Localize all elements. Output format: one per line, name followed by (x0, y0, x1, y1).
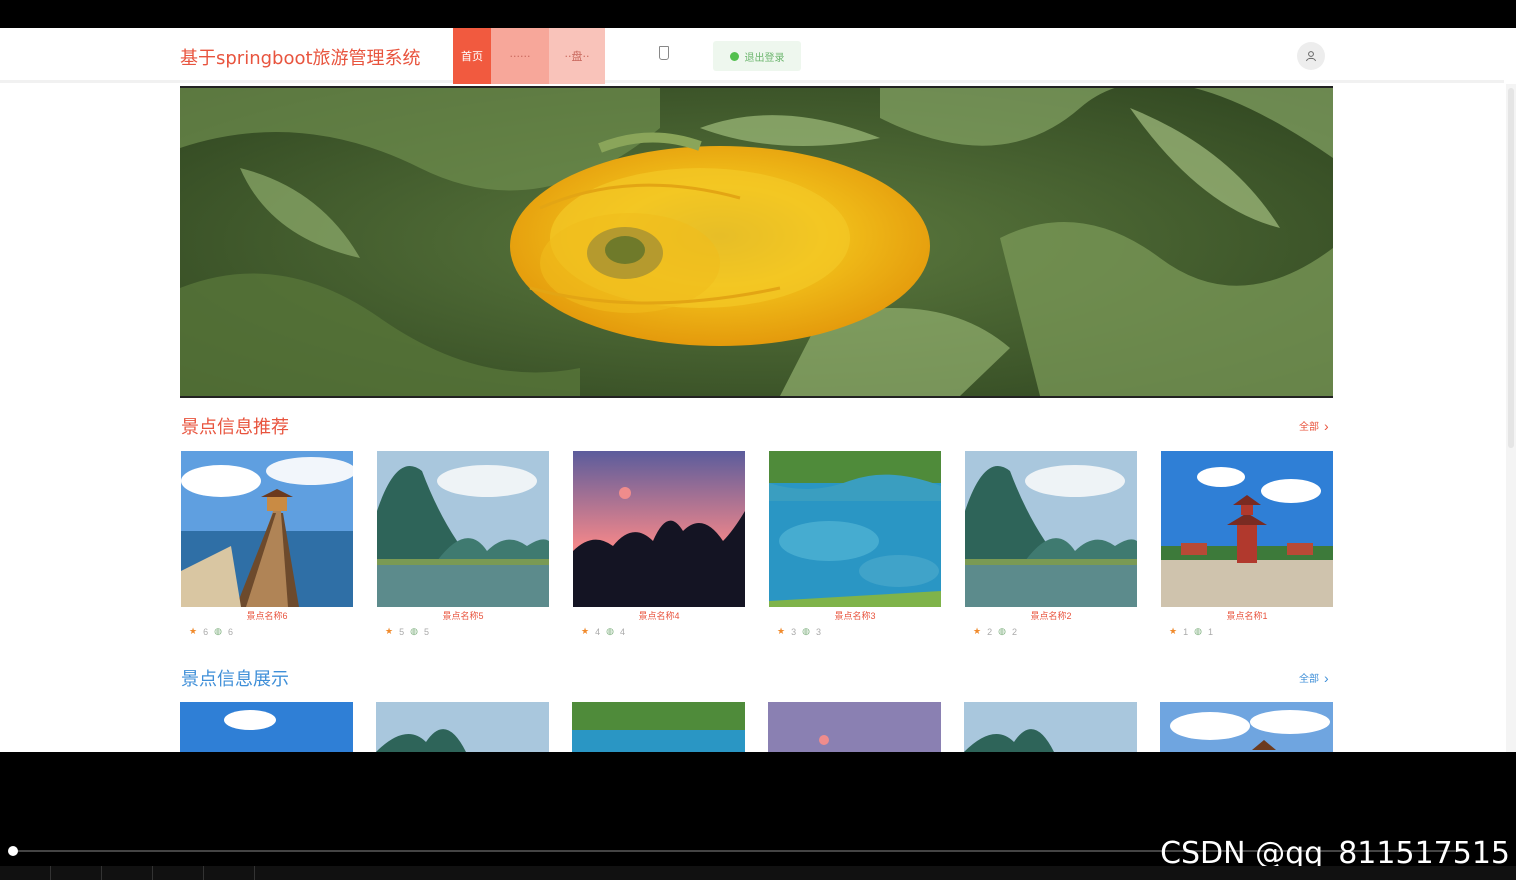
more-link-showcase[interactable]: 全部 › (1299, 669, 1329, 686)
spot-meta: ★ 1 ◍ 1 (1161, 626, 1333, 637)
star-icon: ★ (777, 626, 786, 636)
mouse-cursor-icon (659, 46, 669, 60)
status-dot-icon (729, 51, 739, 61)
comment-icon: ◍ (802, 626, 810, 636)
spot-thumbnail[interactable] (965, 451, 1137, 607)
star-icon: ★ (973, 626, 982, 636)
spot-card[interactable]: 景点名称1 ★ 1 ◍ 1 (1161, 451, 1333, 637)
spot-thumbnail[interactable] (769, 451, 941, 607)
spot-thumbnail[interactable] (573, 451, 745, 607)
spot-card[interactable]: 景点名称5 ★ 5 ◍ 5 (377, 451, 549, 637)
showcase-card[interactable] (572, 702, 745, 752)
nav-item-3[interactable]: ··盘·· (549, 28, 605, 84)
spot-name[interactable]: 景点名称5 (377, 609, 549, 623)
spot-name[interactable]: 景点名称3 (769, 609, 941, 623)
spot-meta: ★ 6 ◍ 6 (181, 626, 353, 637)
scrollbar-thumb[interactable] (1508, 88, 1514, 448)
comment-count: 1 (1207, 626, 1213, 637)
comment-icon: ◍ (1194, 626, 1202, 636)
logout-label: 退出登录 (744, 52, 785, 64)
section-title-showcase: 景点信息展示 (181, 669, 289, 690)
player-segment (0, 866, 51, 880)
spot-thumbnail[interactable] (181, 451, 353, 607)
comment-icon: ◍ (410, 626, 418, 636)
video-progress-knob[interactable] (8, 846, 18, 856)
user-avatar[interactable] (1297, 42, 1325, 70)
hero-banner[interactable] (180, 86, 1333, 398)
nav-item-home[interactable]: 首页 (453, 28, 491, 84)
player-segment (204, 866, 255, 880)
video-top-bar (0, 0, 1516, 28)
main-nav: 首页 ······ ··盘·· (453, 28, 605, 84)
player-segment (153, 866, 204, 880)
more-label: 全部 (1299, 674, 1319, 685)
more-link-recommend[interactable]: 全部 › (1299, 417, 1329, 434)
site-logo[interactable]: 基于springboot旅游管理系统 (180, 44, 421, 70)
spot-meta: ★ 3 ◍ 3 (769, 626, 941, 637)
comment-icon: ◍ (998, 626, 1006, 636)
star-icon: ★ (189, 626, 198, 636)
section-title-recommend: 景点信息推荐 (181, 417, 289, 438)
like-count: 5 (399, 626, 405, 637)
video-player-controls: CSDN @qq_811517515 (0, 752, 1516, 880)
star-icon: ★ (1169, 626, 1178, 636)
comment-count: 5 (423, 626, 429, 637)
chevron-right-icon: › (1324, 417, 1329, 434)
player-bottom-strip (0, 866, 1516, 880)
page-scrollbar[interactable] (1506, 84, 1516, 752)
comment-count: 6 (227, 626, 233, 637)
spot-meta: ★ 2 ◍ 2 (965, 626, 1137, 637)
spot-card[interactable]: 景点名称4 ★ 4 ◍ 4 (573, 451, 745, 637)
like-count: 3 (791, 626, 797, 637)
comment-icon: ◍ (214, 626, 222, 636)
comment-count: 3 (815, 626, 821, 637)
spot-thumbnail[interactable] (377, 451, 549, 607)
spot-name[interactable]: 景点名称1 (1161, 609, 1333, 623)
comment-count: 4 (619, 626, 625, 637)
player-segment (51, 866, 102, 880)
site-header: 基于springboot旅游管理系统 首页 ······ ··盘·· 退出登录 (0, 28, 1504, 84)
chevron-right-icon: › (1324, 669, 1329, 686)
like-count: 2 (987, 626, 993, 637)
browser-page: 基于springboot旅游管理系统 首页 ······ ··盘·· 退出登录 (0, 28, 1516, 752)
more-label: 全部 (1299, 422, 1319, 433)
user-icon (1306, 51, 1316, 62)
spot-meta: ★ 5 ◍ 5 (377, 626, 549, 637)
comment-count: 2 (1011, 626, 1017, 637)
like-count: 1 (1183, 626, 1189, 637)
spot-name[interactable]: 景点名称2 (965, 609, 1137, 623)
star-icon: ★ (385, 626, 394, 636)
like-count: 6 (203, 626, 209, 637)
comment-icon: ◍ (606, 626, 614, 636)
spot-meta: ★ 4 ◍ 4 (573, 626, 745, 637)
showcase-card[interactable] (376, 702, 549, 752)
spot-card[interactable]: 景点名称6 ★ 6 ◍ 6 (181, 451, 353, 637)
nav-item-2[interactable]: ······ (491, 28, 549, 84)
showcase-card[interactable] (768, 702, 941, 752)
showcase-card[interactable] (1160, 702, 1333, 752)
like-count: 4 (595, 626, 601, 637)
spot-card[interactable]: 景点名称3 ★ 3 ◍ 3 (769, 451, 941, 637)
banner-flower-image (180, 88, 1333, 396)
logout-button[interactable]: 退出登录 (713, 41, 801, 71)
showcase-card[interactable] (180, 702, 353, 752)
spot-card[interactable]: 景点名称2 ★ 2 ◍ 2 (965, 451, 1137, 637)
spot-thumbnail[interactable] (1161, 451, 1333, 607)
star-icon: ★ (581, 626, 590, 636)
player-segment (102, 866, 153, 880)
showcase-card[interactable] (964, 702, 1137, 752)
spot-name[interactable]: 景点名称6 (181, 609, 353, 623)
spot-name[interactable]: 景点名称4 (573, 609, 745, 623)
